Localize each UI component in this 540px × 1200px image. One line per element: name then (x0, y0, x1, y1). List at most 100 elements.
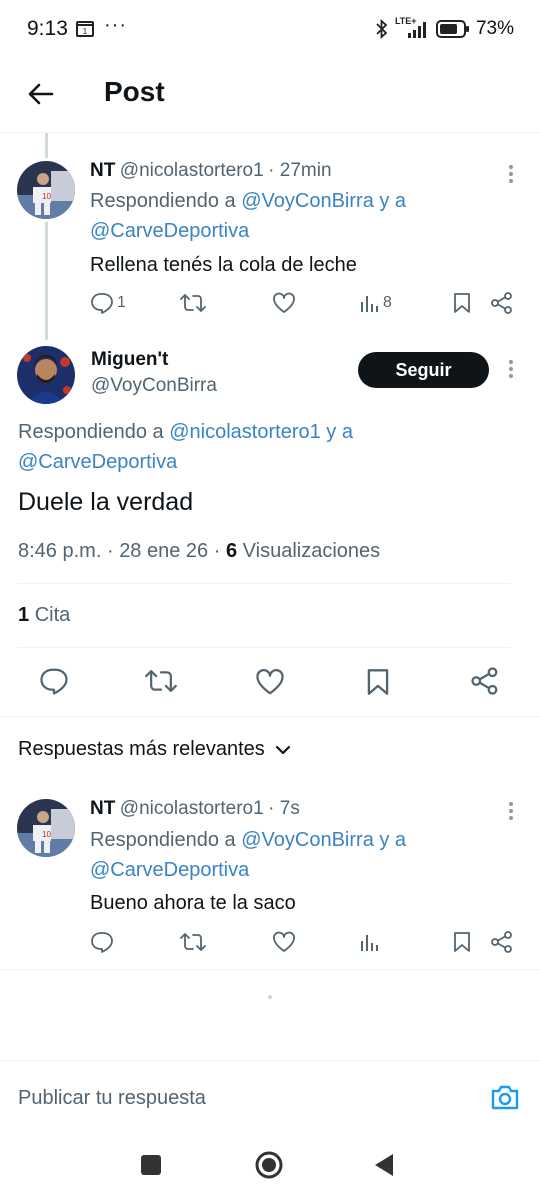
tweet-text: Duele la verdad (18, 488, 194, 516)
calendar-icon: 1 (76, 21, 94, 37)
views-button[interactable] (360, 931, 380, 953)
mention-link[interactable]: @CarveDeportiva (90, 220, 249, 242)
reply-prefix: Respondiendo a (90, 829, 242, 851)
follow-button[interactable]: Seguir (358, 352, 489, 388)
author-name[interactable]: Miguen't (91, 349, 168, 371)
mention-link[interactable]: @VoyConBirra (241, 829, 374, 851)
reply-composer[interactable]: Publicar tu respuesta (0, 1060, 540, 1136)
more-icon[interactable] (508, 359, 514, 379)
views-count: 8 (383, 294, 392, 311)
bookmark-button[interactable] (452, 292, 472, 314)
quotes-count: 1 (18, 604, 30, 626)
thread-line-bottom (45, 222, 48, 340)
replying-to: Respondiendo a @nicolastortero1 y a @Car… (18, 417, 518, 477)
tweet-text: Rellena tenés la cola de leche (90, 254, 357, 276)
reply-prefix: Respondiendo a (18, 421, 170, 443)
replies-sort-label: Respuestas más relevantes (18, 738, 265, 760)
more-icon[interactable] (508, 164, 514, 184)
avatar[interactable]: 10 (17, 161, 75, 219)
status-time: 9:13 (27, 17, 68, 40)
bookmark-icon (452, 292, 472, 314)
recent-apps-icon[interactable] (140, 1154, 162, 1176)
views-icon (360, 292, 380, 314)
network-label: LTE+ (394, 16, 417, 26)
retweet-button[interactable] (180, 292, 206, 314)
retweet-icon (180, 292, 206, 314)
views-count: 6 (225, 540, 238, 562)
header: Post (0, 60, 540, 133)
battery-icon (435, 20, 470, 38)
signal-icon: LTE+ (394, 16, 430, 40)
retweet-icon (180, 931, 206, 953)
reply-input[interactable]: Publicar tu respuesta (18, 1087, 206, 1110)
home-icon[interactable] (254, 1150, 284, 1180)
svg-text:10: 10 (42, 192, 51, 201)
reply-prefix: Respondiendo a (90, 190, 242, 212)
share-button[interactable] (490, 931, 514, 953)
like-button[interactable] (272, 292, 296, 314)
camera-icon[interactable] (490, 1083, 520, 1111)
like-icon (272, 931, 296, 953)
divider (0, 716, 540, 717)
replies-sort-dropdown[interactable]: Respuestas más relevantes (18, 738, 291, 761)
mention-link[interactable]: @CarveDeportiva (90, 859, 249, 881)
author-handle[interactable]: @VoyConBirra (91, 375, 217, 397)
retweet-button[interactable] (180, 931, 206, 953)
share-icon[interactable] (470, 667, 500, 695)
share-button[interactable] (490, 292, 514, 314)
tweet-time: · 7s (268, 798, 300, 819)
views-label: Visualizaciones (242, 540, 381, 562)
back-nav-icon[interactable] (373, 1152, 395, 1178)
reply-and: y a (373, 190, 407, 212)
quotes-stat[interactable]: 1 Cita (18, 604, 70, 627)
bookmark-button[interactable] (452, 931, 472, 953)
quotes-label: Cita (34, 604, 71, 626)
avatar[interactable] (17, 346, 75, 404)
avatar[interactable]: 10 (17, 799, 75, 857)
divider (0, 969, 540, 970)
reply-and: y a (320, 421, 353, 443)
tweet-header: NT @nicolastortero1 · 27min (90, 160, 332, 182)
replying-to: Respondiendo a @VoyConBirra y a @CarveDe… (90, 186, 520, 246)
chevron-down-icon (275, 744, 291, 756)
share-icon (490, 292, 514, 314)
reply-icon (90, 931, 114, 953)
replying-to: Respondiendo a @VoyConBirra y a @CarveDe… (90, 825, 520, 885)
tweet-text: Bueno ahora te la saco (90, 892, 296, 914)
divider (18, 583, 510, 584)
loading-indicator (268, 995, 272, 999)
retweet-icon[interactable] (145, 667, 177, 695)
like-icon (272, 292, 296, 314)
tweet-header: NT @nicolastortero1 · 7s (90, 798, 300, 820)
bookmark-icon (452, 931, 472, 953)
reply-button[interactable]: 1 (90, 292, 126, 314)
reply-count: 1 (117, 294, 126, 311)
more-icon[interactable] (508, 801, 514, 821)
status-bar: 9:13 1 ··· LTE+ 73% (0, 0, 540, 60)
mention-link[interactable]: @VoyConBirra (241, 190, 374, 212)
svg-text:10: 10 (42, 830, 51, 839)
author-name[interactable]: NT (90, 160, 115, 181)
like-icon[interactable] (255, 668, 285, 696)
reply-button[interactable] (90, 931, 114, 953)
reply-icon (90, 292, 114, 314)
thread-line-top (45, 133, 48, 158)
status-right: LTE+ 73% (376, 16, 514, 40)
bluetooth-icon (376, 19, 388, 39)
author-handle[interactable]: @nicolastortero1 (120, 160, 264, 181)
author-name[interactable]: NT (90, 798, 115, 819)
views-button[interactable]: 8 (360, 292, 392, 314)
meta-dot: · (106, 540, 114, 562)
tweet-date: 28 ene 26 (119, 540, 209, 562)
reply-icon[interactable] (39, 667, 69, 695)
author-handle[interactable]: @nicolastortero1 (120, 798, 264, 819)
views-icon (360, 931, 380, 953)
like-button[interactable] (272, 931, 296, 953)
tweet-meta: 8:46 p.m. · 28 ene 26 · 6 Visualizacione… (18, 540, 380, 563)
back-arrow-icon[interactable] (26, 80, 54, 108)
tweet-time: 8:46 p.m. (18, 540, 102, 562)
mention-link[interactable]: @nicolastortero1 (169, 421, 320, 443)
mention-link[interactable]: @CarveDeportiva (18, 451, 177, 473)
page-title: Post (104, 76, 165, 107)
bookmark-icon[interactable] (365, 667, 391, 697)
